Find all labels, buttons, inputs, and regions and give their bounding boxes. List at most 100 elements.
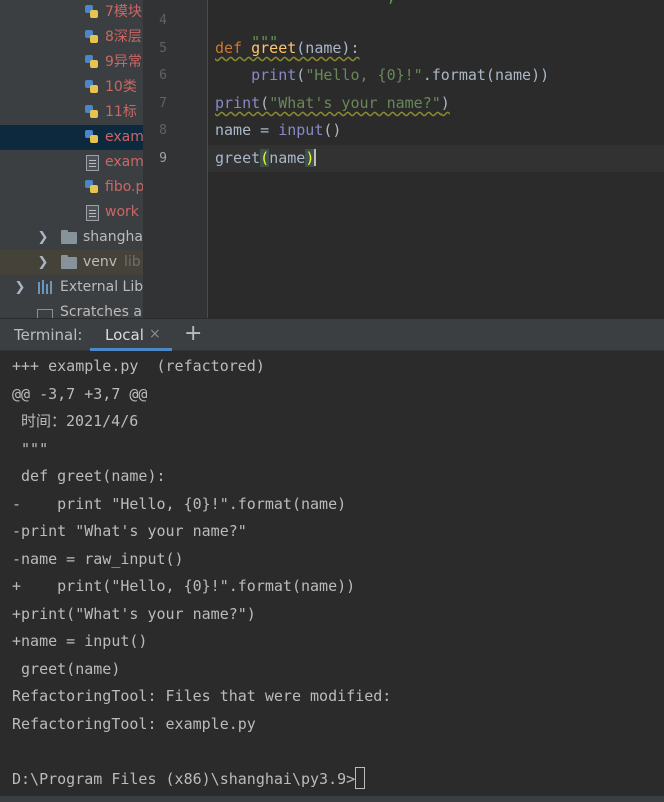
code-line: print("Hello, {0}!".format(name)) <box>215 64 549 86</box>
tree-item-scratches[interactable]: Scratches a <box>0 300 143 318</box>
function-name-token: greet <box>251 39 297 57</box>
terminal-line: +name = input() <box>12 632 148 650</box>
terminal-line: RefactoringTool: Files that were modifie… <box>12 687 392 705</box>
line-number: 8 <box>159 123 167 138</box>
editor-gutter: 4 5 6 7 8 9 <box>143 0 208 318</box>
terminal-line: - print "Hello, {0}!".format(name) <box>12 495 347 513</box>
line-number: 6 <box>159 68 167 83</box>
code-line: def greet(name): <box>215 37 360 59</box>
code-token: (name): <box>296 39 360 57</box>
status-bar-edge <box>0 796 664 802</box>
code-line: name = input() <box>215 119 341 141</box>
tree-item-file-selected[interactable]: exam <box>0 125 143 150</box>
line-number-current: 9 <box>159 151 167 166</box>
terminal-line: +++ example.py (refactored) <box>12 357 265 375</box>
terminal-tool-window-header: Terminal: Local × + <box>0 318 664 351</box>
chevron-right-icon[interactable]: ❯ <box>37 225 49 250</box>
tree-item-file[interactable]: exam <box>0 150 143 175</box>
code-line: """ <box>215 9 278 51</box>
tree-item-label: work <box>105 204 139 220</box>
tree-item-label: fibo.p <box>105 179 143 195</box>
terminal-output[interactable]: +++ example.py (refactored) @@ -3,7 +3,7… <box>0 351 664 802</box>
folder-icon <box>61 230 77 244</box>
python-file-icon <box>84 79 100 95</box>
tree-item-file[interactable]: fibo.p <box>0 175 143 200</box>
code-line-partial: -- ---- -- ---- - , <box>215 0 396 8</box>
tab-local[interactable]: Local × <box>90 319 172 351</box>
tree-item-file[interactable]: 7模块 <box>0 0 143 25</box>
folder-icon <box>61 255 77 269</box>
tree-item-label: venv <box>83 254 118 270</box>
terminal-prompt-line[interactable]: D:\Program Files (x86)\shanghai\py3.9> <box>12 767 366 789</box>
line-number: 7 <box>159 96 167 111</box>
terminal-line: + print("Hello, {0}!".format(name)) <box>12 577 356 595</box>
terminal-cursor <box>355 767 366 789</box>
tab-label: Local <box>105 326 144 344</box>
python-file-icon <box>84 4 100 20</box>
code-token: ) <box>440 94 450 112</box>
terminal-line: def greet(name): <box>12 467 166 485</box>
tree-item-external-libraries[interactable]: ❯ External Lib <box>0 275 143 300</box>
tree-item-folder[interactable]: ❯ shangha <box>0 225 143 250</box>
tree-item-label: 11标 <box>105 104 137 120</box>
terminal-line: -name = raw_input() <box>12 550 184 568</box>
close-icon[interactable]: × <box>149 326 161 342</box>
python-file-icon <box>84 54 100 70</box>
terminal-line: """ <box>12 440 49 458</box>
code-token: ( <box>260 94 270 112</box>
code-line-current: greet(name) <box>215 147 317 169</box>
text-file-icon <box>86 155 99 171</box>
builtin-token: print <box>215 94 261 112</box>
tree-item-file[interactable]: 8深层 <box>0 25 143 50</box>
builtin-token: print <box>251 66 297 84</box>
text-caret <box>314 149 317 166</box>
keyword-token: def <box>215 39 243 57</box>
python-file-icon <box>84 179 100 195</box>
chevron-right-icon[interactable]: ❯ <box>14 275 26 300</box>
terminal-line: -print "What's your name?" <box>12 522 247 540</box>
line-number: 4 <box>159 13 167 28</box>
add-tab-icon[interactable]: + <box>184 321 202 346</box>
code-token: greet <box>215 149 261 167</box>
code-editor[interactable]: -- ---- -- ---- - , """ def greet(name):… <box>208 0 664 318</box>
chevron-right-icon[interactable]: ❯ <box>37 250 49 275</box>
library-icon <box>37 279 55 295</box>
tree-item-label: exam <box>105 129 143 145</box>
scratches-icon <box>37 309 53 318</box>
builtin-token: input <box>278 121 324 139</box>
tree-item-label: 10类 <box>105 79 137 95</box>
string-token: "What's your name?" <box>269 94 441 112</box>
tree-item-label: 9异常 <box>105 54 142 70</box>
terminal-line: +print("What's your name?") <box>12 605 256 623</box>
terminal-line: 时间：2021/4/6 <box>12 412 139 430</box>
tree-item-label: exam <box>105 154 143 170</box>
string-token: "Hello, {0}!" <box>305 66 423 84</box>
code-token: name = <box>215 121 279 139</box>
project-tree-panel: 7模块 8深层 9异常 10类 11标 exam exam fibo.p wor… <box>0 0 143 318</box>
tree-item-label: Scratches a <box>60 304 142 318</box>
brace-match-token: ( <box>260 149 270 167</box>
tree-item-file[interactable]: 9异常 <box>0 50 143 75</box>
python-file-icon <box>84 29 100 45</box>
terminal-line: greet(name) <box>12 660 121 678</box>
python-file-icon <box>84 104 100 120</box>
tree-item-label: shangha <box>83 229 143 245</box>
tree-item-folder-venv[interactable]: ❯ venv lib <box>0 250 143 275</box>
text-file-icon <box>86 205 99 221</box>
line-number: 5 <box>159 41 167 56</box>
tree-item-label: 8深层 <box>105 29 142 45</box>
terminal-title: Terminal: <box>14 326 83 344</box>
tree-item-file[interactable]: work <box>0 200 143 225</box>
brace-match-token: ) <box>305 149 315 167</box>
tree-item-label: External Lib <box>60 279 143 295</box>
code-line: print("What's your name?") <box>215 92 450 114</box>
code-token: () <box>323 121 342 139</box>
python-file-icon <box>84 129 100 145</box>
tree-item-file[interactable]: 10类 <box>0 75 143 100</box>
code-token: ( <box>296 66 306 84</box>
terminal-prompt: D:\Program Files (x86)\shanghai\py3.9> <box>12 770 356 788</box>
terminal-line: @@ -3,7 +3,7 @@ <box>12 385 148 403</box>
code-token: .format(name)) <box>422 66 550 84</box>
tree-item-file[interactable]: 11标 <box>0 100 143 125</box>
